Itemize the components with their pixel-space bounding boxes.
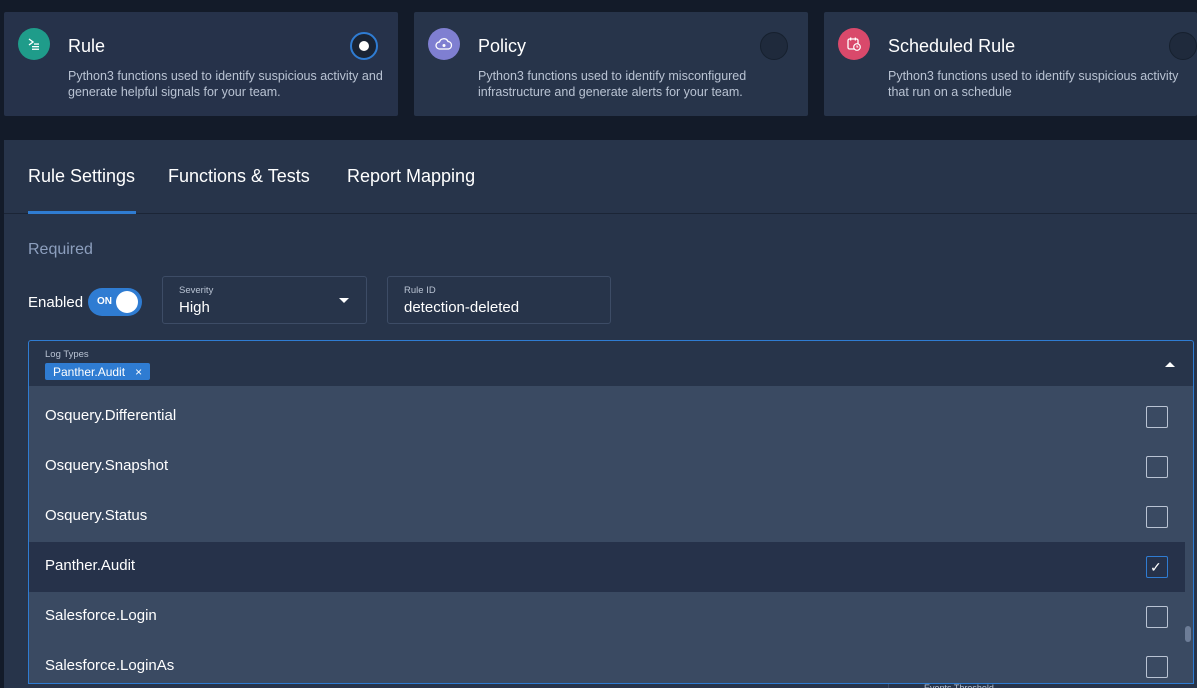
option-checkbox[interactable] (1146, 606, 1168, 628)
detection-type-description: Python3 functions used to identify suspi… (888, 69, 1179, 99)
detection-type-radio[interactable] (350, 32, 378, 60)
toggle-state-text: ON (97, 296, 112, 307)
detection-type-title: Rule (68, 36, 106, 56)
tab-functions-tests[interactable]: Functions & Tests (168, 166, 310, 187)
option-label: Panther.Audit (45, 557, 136, 574)
rule-id-field[interactable]: Rule ID detection-deleted (387, 276, 611, 324)
rule-id-value: detection-deleted (404, 299, 520, 316)
log-types-dropdown: Osquery.Differential Osquery.Snapshot Os… (28, 386, 1194, 684)
rule-editor-panel: Rule Settings Functions & Tests Report M… (4, 140, 1197, 688)
tab-rule-settings[interactable]: Rule Settings (28, 166, 135, 187)
cloud-icon (428, 28, 460, 60)
severity-label: Severity (179, 285, 214, 296)
chevron-up-icon[interactable] (1165, 362, 1175, 367)
dropdown-option[interactable]: Salesforce.Login (29, 592, 1185, 642)
tab-bar: Rule Settings Functions & Tests Report M… (4, 140, 1197, 214)
option-checkbox[interactable] (1146, 456, 1168, 478)
option-checkbox[interactable] (1146, 506, 1168, 528)
enabled-toggle[interactable]: ON (88, 288, 142, 316)
option-label: Salesforce.Login (45, 607, 157, 624)
detection-type-title: Scheduled Rule (888, 36, 1016, 56)
checkmark-icon: ✓ (1150, 559, 1162, 575)
chip-label: Panther.Audit (53, 364, 126, 379)
detection-type-card-policy[interactable]: Policy Python3 functions used to identif… (414, 12, 808, 116)
detection-type-description: Python3 functions used to identify suspi… (68, 69, 383, 99)
enabled-label: Enabled (28, 294, 84, 311)
dropdown-option[interactable]: Osquery.Status (29, 492, 1185, 542)
option-label: Osquery.Status (45, 507, 148, 524)
dropdown-option[interactable]: Osquery.Snapshot (29, 442, 1185, 492)
calendar-clock-icon (838, 28, 870, 60)
detection-type-radio[interactable] (760, 32, 788, 60)
dropdown-option[interactable]: Salesforce.LoginAs (29, 642, 1185, 683)
detection-type-title: Policy (478, 36, 527, 56)
option-checkbox[interactable]: ✓ (1146, 556, 1168, 578)
tab-report-mapping[interactable]: Report Mapping (347, 166, 475, 187)
rule-id-label: Rule ID (404, 285, 436, 296)
chip-remove-icon[interactable]: × (135, 365, 142, 379)
dropdown-option[interactable]: Osquery.Differential (29, 392, 1185, 442)
detection-type-description: Python3 functions used to identify misco… (478, 69, 747, 99)
dropdown-option[interactable]: Panther.Audit ✓ (29, 542, 1185, 592)
option-label: Osquery.Differential (45, 407, 177, 424)
active-tab-indicator (28, 211, 136, 214)
detection-type-card-scheduled-rule[interactable]: Scheduled Rule Python3 functions used to… (824, 12, 1197, 116)
terminal-icon (18, 28, 50, 60)
detection-type-radio[interactable] (1169, 32, 1197, 60)
option-checkbox[interactable] (1146, 656, 1168, 678)
detection-type-card-rule[interactable]: Rule Python3 functions used to identify … (4, 12, 398, 116)
log-types-label: Log Types (45, 349, 89, 360)
log-type-chip: Panther.Audit × (45, 363, 151, 380)
option-label: Salesforce.LoginAs (45, 657, 175, 674)
option-label: Osquery.Snapshot (45, 457, 169, 474)
dropdown-scrollbar[interactable] (1185, 626, 1191, 642)
option-checkbox[interactable] (1146, 406, 1168, 428)
severity-select[interactable]: Severity High (162, 276, 367, 324)
toggle-knob (116, 291, 138, 313)
severity-value: High (179, 299, 210, 316)
section-heading-required: Required (28, 241, 93, 258)
log-types-select[interactable]: Log Types Panther.Audit × (28, 340, 1194, 386)
events-threshold-label: Events Threshold (924, 684, 994, 688)
chevron-down-icon (339, 298, 349, 303)
